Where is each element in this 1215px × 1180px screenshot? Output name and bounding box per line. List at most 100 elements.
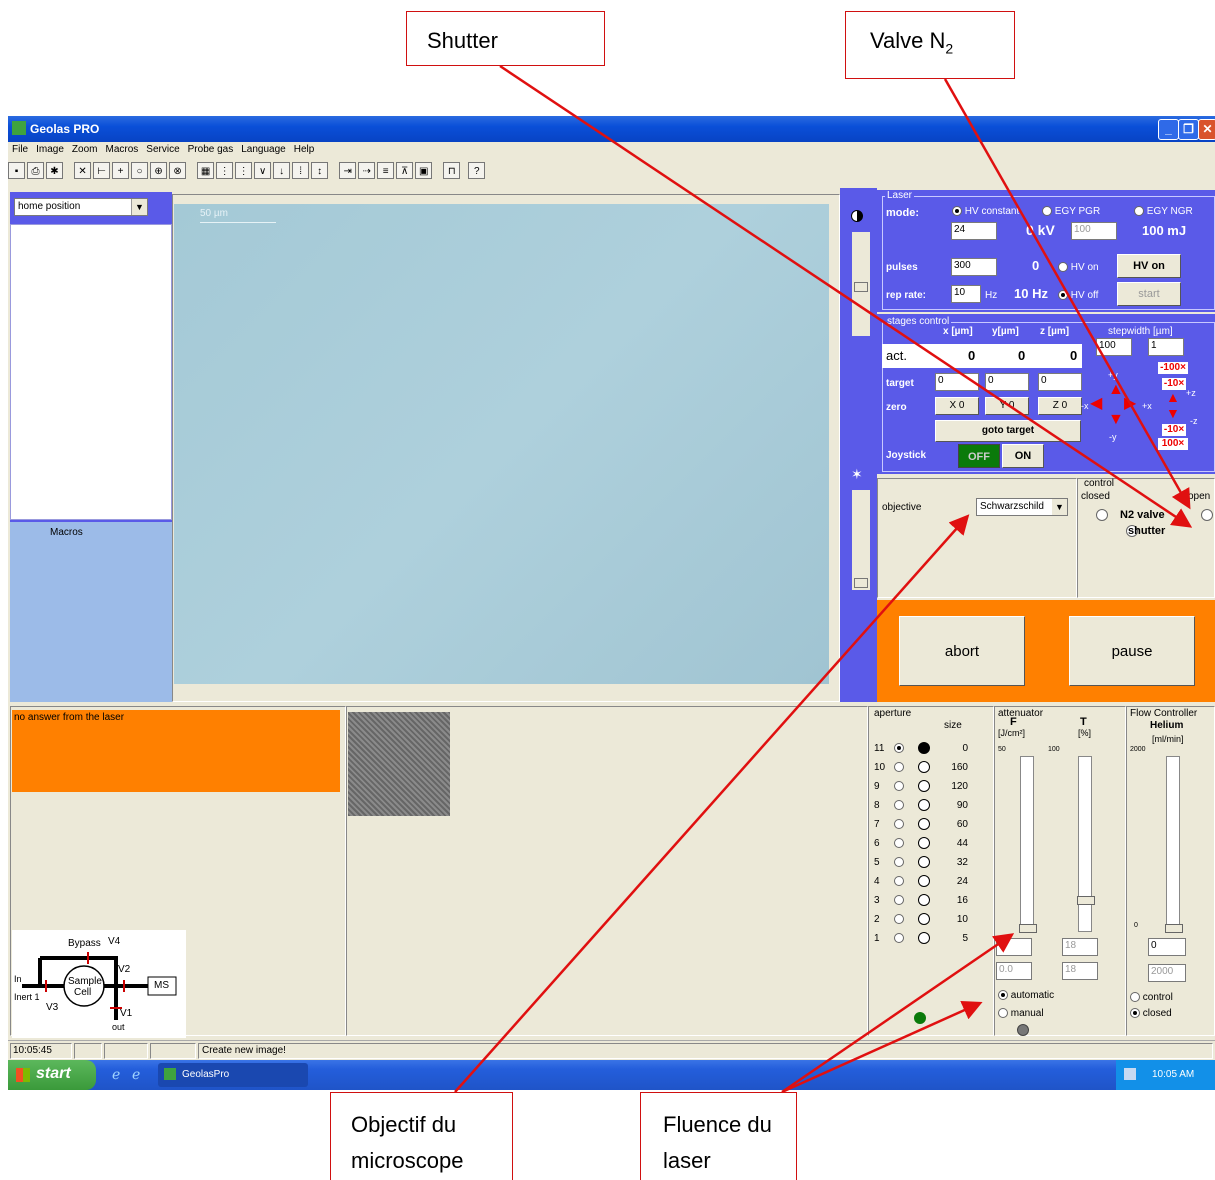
f-value2-input[interactable]: 0.0 (996, 962, 1032, 980)
aperture-radio[interactable] (894, 800, 904, 810)
step-z-input[interactable]: 1 (1148, 338, 1184, 356)
position-select[interactable]: home position ▼ (14, 198, 148, 216)
hv-on-radio-circle[interactable] (1058, 262, 1068, 273)
target-y-input[interactable]: 0 (985, 373, 1029, 391)
mode-automatic[interactable]: automatic (998, 990, 1054, 1001)
z-minus-10-button[interactable]: -10× (1162, 424, 1186, 436)
aperture-radio[interactable] (894, 762, 904, 772)
aperture-radio[interactable] (894, 914, 904, 924)
grid-icon[interactable]: ▦ (197, 162, 215, 179)
mode-egy-ngr[interactable]: EGY NGR (1134, 206, 1193, 217)
depth-icon[interactable]: ↕ (311, 162, 329, 179)
menu-help[interactable]: Help (290, 142, 319, 157)
run-icon[interactable]: ✱ (46, 162, 63, 179)
mode-manual[interactable]: manual (998, 1008, 1044, 1019)
close-icon[interactable]: ✕ (1198, 119, 1215, 140)
transfer-icon[interactable]: ⇥ (339, 162, 357, 179)
contrast-slider-thumb[interactable] (854, 282, 868, 292)
goto-target-button[interactable]: goto target (935, 420, 1081, 442)
menu-image[interactable]: Image (32, 142, 68, 157)
circle-plus-icon[interactable]: ⊕ (150, 162, 168, 179)
aperture-row[interactable]: 15 (870, 930, 990, 948)
start-button[interactable]: start (8, 1060, 96, 1090)
n2-valve-closed-radio[interactable] (1096, 509, 1108, 522)
menu-service[interactable]: Service (142, 142, 183, 157)
aperture-radio[interactable] (894, 895, 904, 905)
down-arrow-icon[interactable]: ↓ (273, 162, 291, 179)
mode-egy-pgr[interactable]: EGY PGR (1042, 206, 1100, 217)
hv-input[interactable]: 24 (951, 222, 997, 240)
ie-icon[interactable]: ℯ (112, 1066, 120, 1083)
hv-off-radio[interactable]: HV off (1058, 290, 1098, 301)
brightness-slider-thumb[interactable] (854, 578, 868, 588)
mode-hv-constant-radio[interactable] (952, 206, 962, 217)
aperture-row[interactable]: 4 24 (870, 873, 990, 891)
menu-macros[interactable]: Macros (101, 142, 142, 157)
flow-closed-radio[interactable] (1130, 1008, 1140, 1019)
ms-icon[interactable]: ≡ (377, 162, 395, 179)
matrix-icon[interactable]: ⁞ (292, 162, 310, 179)
z-plus-100-button[interactable]: -100× (1158, 362, 1188, 374)
chevron-down-icon[interactable]: ▼ (131, 199, 147, 215)
arrow-down-icon[interactable]: ▼ (1108, 412, 1124, 428)
save-icon[interactable]: ▪ (8, 162, 25, 179)
flow-closed-option[interactable]: closed (1130, 1008, 1172, 1019)
target-x-input[interactable]: 0 (935, 373, 979, 391)
zero-z-button[interactable]: Z 0 (1038, 397, 1082, 415)
plus-icon[interactable]: + (112, 162, 130, 179)
microscope-image[interactable]: 50 µm (174, 204, 829, 684)
start-button[interactable]: start (1117, 282, 1181, 306)
menu-file[interactable]: File (8, 142, 32, 157)
joystick-off-button[interactable]: OFF (958, 444, 1000, 468)
circle-icon[interactable]: ○ (131, 162, 149, 179)
target-z-input[interactable]: 0 (1038, 373, 1082, 391)
taskbar-app-geolaspro[interactable]: GeolasPro (158, 1063, 308, 1087)
points2-icon[interactable]: ⋮ (235, 162, 253, 179)
abort-button[interactable]: abort (899, 616, 1025, 686)
t-value2-input[interactable]: 18 (1062, 962, 1098, 980)
brightness-slider[interactable] (852, 490, 870, 590)
pause-button[interactable]: pause (1069, 616, 1195, 686)
z-down-arrow-icon[interactable]: ▼ (1166, 406, 1180, 420)
line-icon[interactable]: ⊢ (93, 162, 111, 179)
curve-icon[interactable]: ∨ (254, 162, 272, 179)
objective-select[interactable]: Schwarzschild ▼ (976, 498, 1068, 516)
tray-network-icon[interactable] (1124, 1068, 1136, 1080)
mode-automatic-radio[interactable] (998, 990, 1008, 1001)
flow-control-option[interactable]: control (1130, 992, 1173, 1003)
thumbnail-image[interactable] (348, 712, 450, 816)
aperture-row[interactable]: 5 32 (870, 854, 990, 872)
cross-icon[interactable]: ✕ (74, 162, 92, 179)
f-slider[interactable] (1019, 756, 1037, 933)
joystick-on-button[interactable]: ON (1002, 444, 1044, 468)
browser-icon[interactable]: ℯ (132, 1066, 140, 1083)
mode-hv-constant[interactable]: HV constant (952, 206, 1019, 217)
f-value-input[interactable]: 0 (996, 938, 1032, 956)
aperture-radio[interactable] (894, 933, 904, 943)
circle-x-icon[interactable]: ⊗ (169, 162, 187, 179)
zero-x-button[interactable]: X 0 (935, 397, 979, 415)
menu-language[interactable]: Language (237, 142, 290, 157)
aperture-row[interactable]: 11 0 (870, 740, 990, 758)
print-icon[interactable]: ⎙ (27, 162, 44, 179)
help-icon[interactable]: ? (468, 162, 486, 179)
hv-on-button[interactable]: HV on (1117, 254, 1181, 278)
hv-off-radio-circle[interactable] (1058, 290, 1068, 301)
arrow-left-icon[interactable]: ◀ (1090, 396, 1102, 412)
aperture-radio[interactable] (894, 857, 904, 867)
menu-probe-gas[interactable]: Probe gas (184, 142, 238, 157)
aperture-row[interactable]: 6 44 (870, 835, 990, 853)
t-value-input[interactable]: 18 (1062, 938, 1098, 956)
rep-rate-input[interactable]: 10 (951, 285, 981, 303)
aperture-radio[interactable] (894, 743, 904, 753)
aperture-row[interactable]: 7 60 (870, 816, 990, 834)
flow-value2-input[interactable]: 2000 (1148, 964, 1186, 982)
aperture-radio[interactable] (894, 838, 904, 848)
arrow-right-icon[interactable]: ▶ (1124, 396, 1136, 412)
z-minus-100-button[interactable]: 100× (1158, 438, 1188, 450)
mode-egy-ngr-radio[interactable] (1134, 206, 1144, 217)
flow-slider-thumb[interactable] (1165, 924, 1183, 933)
zero-y-button[interactable]: Y 0 (985, 397, 1029, 415)
flow-slider[interactable] (1165, 756, 1183, 933)
frame-icon[interactable]: ▣ (415, 162, 433, 179)
